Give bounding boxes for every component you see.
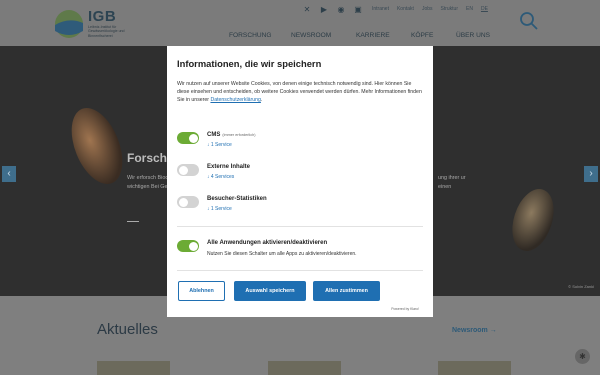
twitter-icon[interactable]: ✕ — [303, 6, 311, 14]
newsroom-link[interactable]: Newsroom → — [452, 327, 497, 334]
youtube-icon[interactable]: ▶ — [320, 6, 328, 14]
service-details-link[interactable]: ↓ 1 Service — [207, 142, 232, 148]
cookie-settings-icon[interactable]: ✱ — [575, 349, 590, 364]
besucher-statistiken-toggle[interactable] — [177, 196, 199, 208]
lang-en[interactable]: EN — [466, 6, 473, 12]
image-credit: © Solvin Zankl — [568, 284, 594, 289]
divider — [177, 226, 423, 227]
toggle-all-label: Alle Anwendungen aktivieren/deaktivieren — [207, 240, 328, 246]
toggle-all-switch[interactable] — [177, 240, 199, 252]
divider — [177, 270, 423, 271]
news-thumbnail[interactable] — [438, 361, 511, 375]
search-icon[interactable] — [519, 11, 539, 31]
service-note: (immer erforderlich) — [222, 133, 256, 137]
linkedin-icon[interactable]: ▣ — [354, 6, 362, 14]
logo-wordmark[interactable]: IGB — [88, 8, 116, 25]
modal-intro: Wir nutzen auf unserer Website Cookies, … — [177, 81, 422, 104]
hero-image-plankton — [61, 100, 133, 192]
site-header: IGB Leibniz-Institut für Gewässerökologi… — [0, 0, 600, 46]
hero-arrow-icon[interactable] — [127, 221, 139, 225]
hero-title: Forsch — [127, 151, 168, 165]
service-details-link[interactable]: ↓ 1 Service — [207, 206, 232, 212]
news-section-title: Aktuelles — [97, 321, 158, 338]
mastodon-icon[interactable]: ◉ — [337, 6, 345, 14]
nav-forschung[interactable]: FORSCHUNG — [229, 32, 291, 39]
decline-button[interactable]: Ablehnen — [178, 281, 225, 301]
slider-prev-button[interactable]: ‹ — [2, 166, 16, 182]
externe-inhalte-toggle[interactable] — [177, 164, 199, 176]
service-name: Externe Inhalte — [207, 164, 251, 170]
toplink-struktur[interactable]: Struktur — [441, 6, 459, 12]
social-links: ✕ ▶ ◉ ▣ — [303, 6, 362, 14]
utility-nav: Intranet Kontakt Jobs Struktur EN DE — [372, 6, 488, 12]
cookie-consent-modal: Informationen, die wir speichern Wir nut… — [167, 46, 433, 317]
main-nav: FORSCHUNG NEWSROOM KARRIERE KÖPFE ÜBER U… — [229, 32, 490, 39]
hero-text-right: ung ihrer ur einen — [438, 175, 466, 190]
nav-koepfe[interactable]: KÖPFE — [411, 32, 456, 39]
news-thumbnail[interactable] — [97, 361, 170, 375]
hero-image-larva — [505, 183, 561, 257]
privacy-policy-link[interactable]: Datenschutzerklärung — [210, 97, 260, 103]
service-name: CMS — [207, 132, 221, 138]
news-thumbnail[interactable] — [268, 361, 341, 375]
nav-karriere[interactable]: KARRIERE — [356, 32, 411, 39]
toplink-kontakt[interactable]: Kontakt — [397, 6, 414, 12]
save-selection-button[interactable]: Auswahl speichern — [234, 281, 306, 301]
logo-subtitle: Leibniz-Institut für Gewässerökologie un… — [88, 25, 125, 38]
toplink-intranet[interactable]: Intranet — [372, 6, 389, 12]
cms-toggle[interactable] — [177, 132, 199, 144]
slider-next-button[interactable]: › — [584, 166, 598, 182]
lang-de[interactable]: DE — [481, 6, 488, 12]
toplink-jobs[interactable]: Jobs — [422, 6, 433, 12]
nav-ueber-uns[interactable]: ÜBER UNS — [456, 32, 490, 39]
accept-all-button[interactable]: Allen zustimmen — [313, 281, 380, 301]
modal-title: Informationen, die wir speichern — [177, 58, 322, 69]
service-name: Besucher-Statistiken — [207, 196, 267, 202]
powered-by-link[interactable]: Powered by Klaro! — [391, 307, 419, 311]
service-details-link[interactable]: ↓ 4 Services — [207, 174, 234, 180]
toggle-all-description: Nutzen Sie diesen Schalter um alle Apps … — [207, 251, 357, 257]
igb-logo[interactable] — [54, 9, 84, 39]
nav-newsroom[interactable]: NEWSROOM — [291, 32, 356, 39]
